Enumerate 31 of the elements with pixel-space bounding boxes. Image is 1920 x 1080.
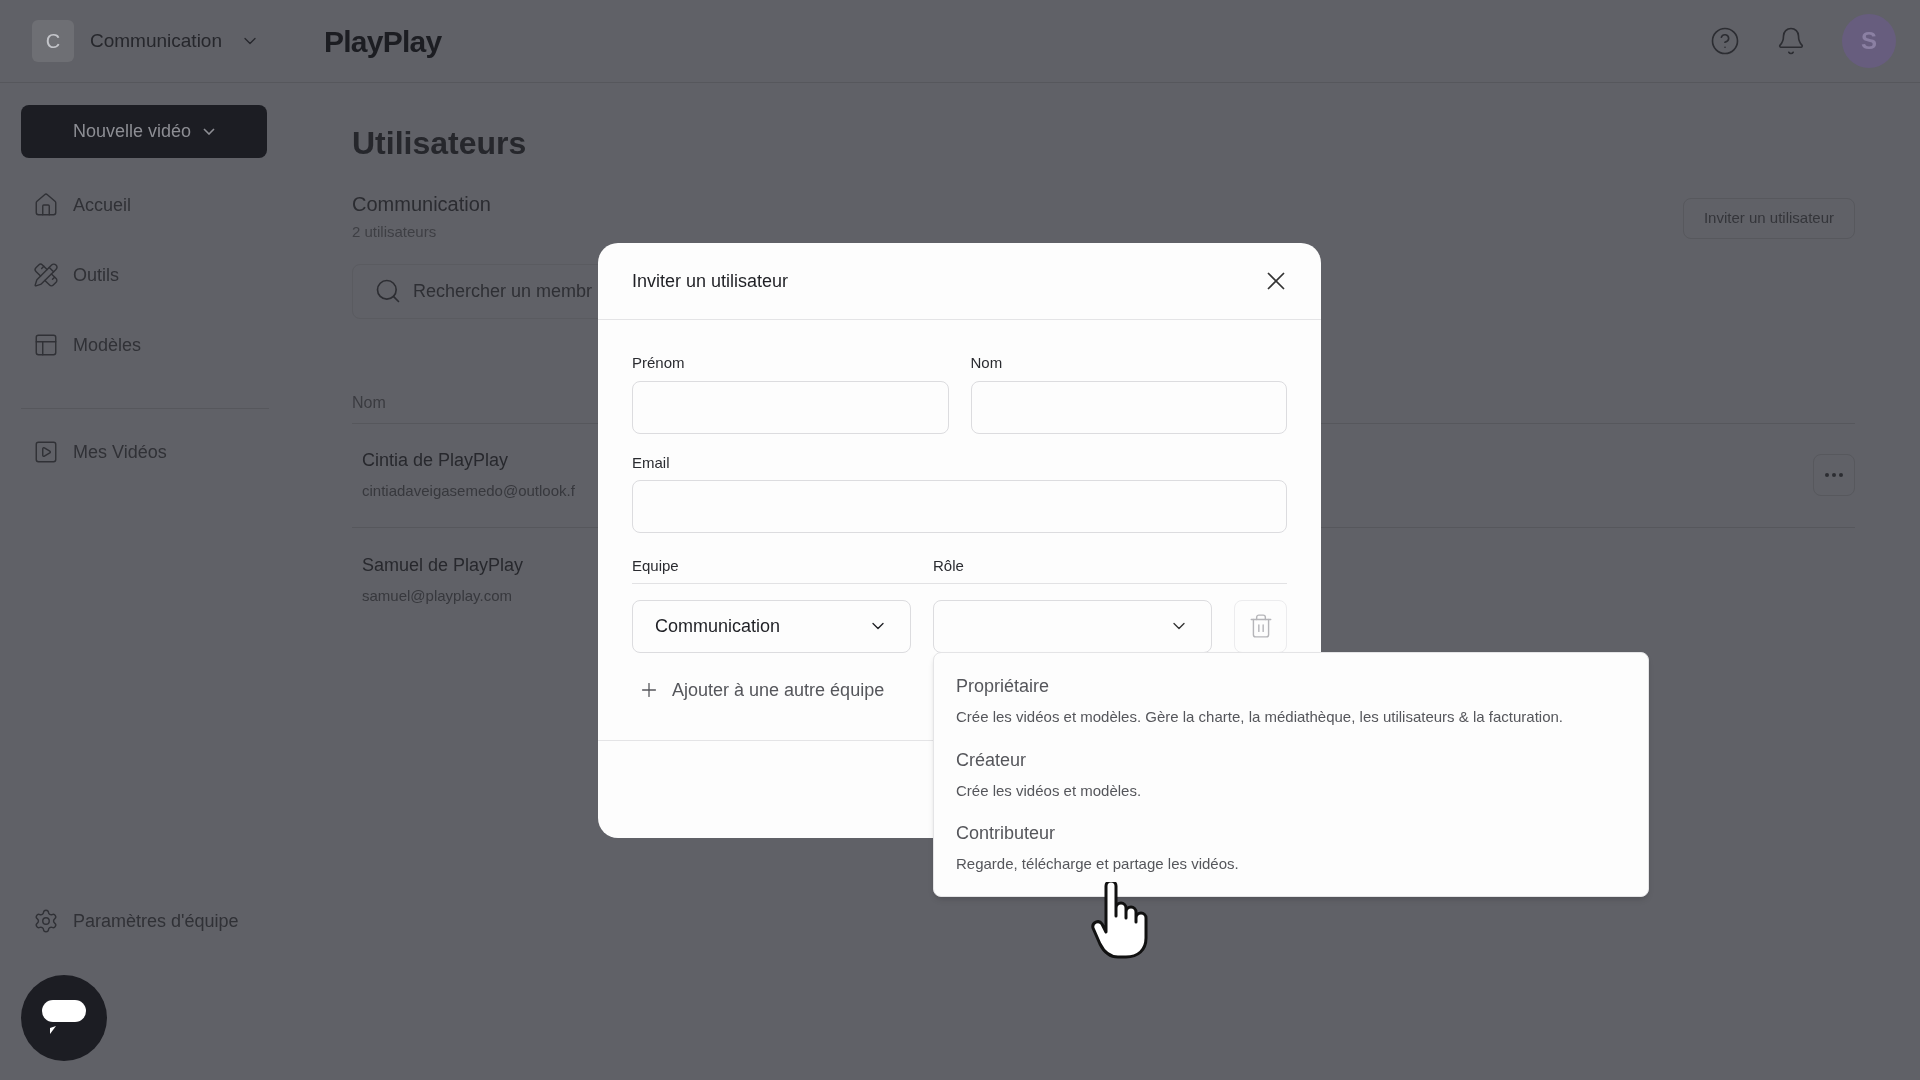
role-option[interactable]: Propriétaire Crée les vidéos et modèles. Gère la charte, la médiathèque, les utilisateurs & la facturation. bbox=[956, 673, 1626, 729]
chevron-down-icon bbox=[203, 128, 216, 135]
more-button[interactable] bbox=[1813, 454, 1855, 496]
chat-bubble-icon bbox=[42, 1000, 86, 1036]
team-select[interactable]: Communication bbox=[632, 599, 911, 653]
video-icon bbox=[33, 439, 59, 465]
field-label: Nom bbox=[970, 353, 1004, 373]
workspace-switcher[interactable]: Communication bbox=[90, 26, 260, 56]
first-name-field[interactable] bbox=[632, 380, 949, 434]
field-label: Rôle bbox=[933, 556, 964, 576]
workspace-logo: C bbox=[32, 20, 74, 62]
home-icon bbox=[33, 192, 59, 218]
pencil-ruler-icon bbox=[33, 262, 59, 288]
user-name: Cintia de PlayPlay bbox=[362, 449, 510, 473]
field-label: Email bbox=[632, 452, 671, 473]
page-title: Utilisateurs bbox=[352, 124, 528, 163]
add-team-link[interactable]: Ajouter à une autre équipe bbox=[638, 676, 885, 704]
layout-icon bbox=[33, 332, 59, 358]
brand-logo: PlayPlay bbox=[324, 23, 442, 60]
role-option[interactable]: Créateur Crée les vidéos et modèles. bbox=[956, 746, 1626, 802]
role-option[interactable]: Contributeur Regarde, télécharge et partage les vidéos. bbox=[956, 820, 1626, 876]
settings-icon bbox=[33, 908, 59, 934]
user-name: Samuel de PlayPlay bbox=[362, 553, 524, 577]
new-video-button[interactable]: Nouvelle vidéo bbox=[21, 105, 267, 158]
field-label: Equipe bbox=[632, 556, 680, 576]
last-name-field[interactable] bbox=[970, 380, 1287, 434]
bell-icon[interactable] bbox=[1776, 26, 1806, 56]
help-icon[interactable] bbox=[1710, 26, 1740, 56]
field-label: Prénom bbox=[632, 353, 686, 373]
more-icon bbox=[1825, 473, 1843, 477]
email-field[interactable] bbox=[632, 480, 1287, 533]
